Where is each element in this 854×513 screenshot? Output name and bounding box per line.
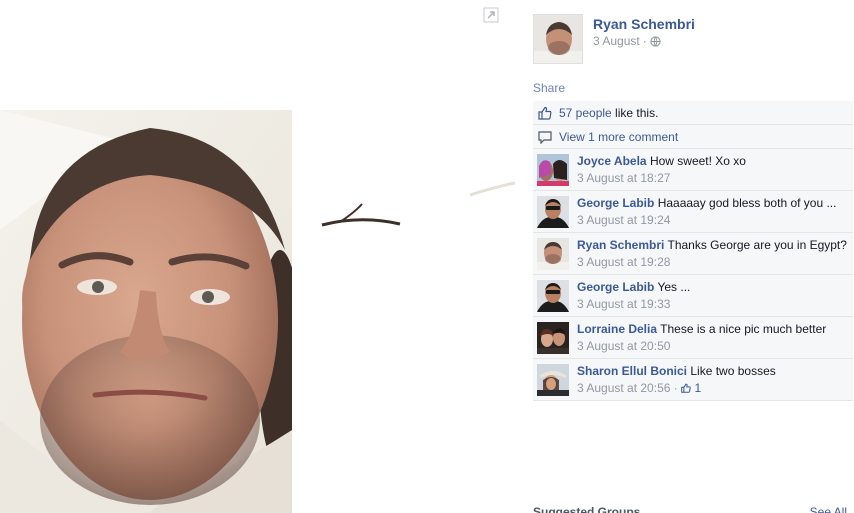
suggested-groups-header: Suggested Groups See All	[533, 505, 853, 513]
comment-meta: 3 August at 20:56 · 1	[577, 381, 847, 396]
comment-author[interactable]: George Labib	[577, 196, 654, 210]
comment-text: These is a nice pic much better	[660, 322, 827, 336]
commenter-avatar[interactable]	[537, 280, 569, 312]
comment-like-count[interactable]: 1	[694, 381, 701, 395]
comment-author[interactable]: George Labib	[577, 280, 654, 294]
comment-text: Haaaaay god bless both of you ...	[657, 196, 837, 210]
comment-item: Sharon Ellul Bonici Like two bosses 3 Au…	[533, 359, 853, 401]
meta-separator: ·	[673, 381, 678, 395]
expand-icon[interactable]	[483, 7, 499, 23]
comment-author[interactable]: Ryan Schembri	[577, 238, 664, 252]
share-link[interactable]: Share	[533, 81, 565, 95]
suggested-groups-title: Suggested Groups	[533, 505, 641, 513]
comment-time[interactable]: 3 August at 20:50	[577, 339, 847, 354]
comment-time[interactable]: 3 August at 19:24	[577, 213, 847, 228]
comment-time[interactable]: 3 August at 19:28	[577, 255, 847, 270]
commenter-avatar[interactable]	[537, 364, 569, 396]
comment-author[interactable]: Joyce Abela	[577, 154, 647, 168]
view-more-comments[interactable]: View 1 more comment	[533, 125, 853, 149]
likes-suffix: like this.	[611, 105, 659, 120]
post-date[interactable]: 3 August	[593, 34, 640, 48]
comment-time[interactable]: 3 August at 18:27	[577, 171, 847, 186]
commenter-avatar[interactable]	[537, 322, 569, 354]
likes-count-link[interactable]: 57 people	[559, 106, 612, 120]
author-name[interactable]: Ryan Schembri	[593, 16, 695, 32]
meta-separator: ·	[642, 34, 647, 48]
globe-icon[interactable]	[650, 35, 661, 47]
comment-item: Joyce Abela How sweet! Xo xo 3 August at…	[533, 149, 853, 191]
commenter-avatar[interactable]	[537, 238, 569, 270]
comment-item: Ryan Schembri Thanks George are you in E…	[533, 233, 853, 275]
author-avatar[interactable]	[533, 14, 583, 64]
comment-author[interactable]: Sharon Ellul Bonici	[577, 364, 687, 378]
post-header: Ryan Schembri 3 August ·	[533, 14, 853, 66]
comment-time[interactable]: 3 August at 19:33	[577, 297, 847, 312]
post-meta: 3 August ·	[593, 34, 661, 48]
commenter-avatar[interactable]	[537, 154, 569, 186]
post-photo	[0, 0, 522, 513]
thumbs-up-icon	[681, 383, 691, 393]
comment-item: George Labib Haaaaay god bless both of y…	[533, 191, 853, 233]
comment-author[interactable]: Lorraine Delia	[577, 322, 657, 336]
post-sidebar: Ryan Schembri 3 August · Share 57 people…	[530, 0, 854, 513]
feedback-section: 57 people like this. View 1 more comment	[533, 101, 853, 401]
comment-item: George Labib Yes ... 3 August at 19:33	[533, 275, 853, 317]
thumbs-up-icon	[538, 106, 552, 120]
view-more-comments-label[interactable]: View 1 more comment	[559, 130, 678, 144]
comment-text: Like two bosses	[690, 364, 776, 378]
see-all-link[interactable]: See All	[810, 505, 847, 513]
comment-item: Lorraine Delia These is a nice pic much …	[533, 317, 853, 359]
comment-icon	[538, 131, 552, 144]
commenter-avatar[interactable]	[537, 196, 569, 228]
comment-text: Yes ...	[657, 280, 691, 294]
comment-text: Thanks George are you in Egypt?	[667, 238, 847, 252]
comment-time[interactable]: 3 August at 20:56	[577, 381, 670, 395]
photo-viewer[interactable]	[0, 0, 522, 513]
comment-text: How sweet! Xo xo	[649, 154, 746, 168]
likes-summary: 57 people like this.	[533, 101, 853, 125]
